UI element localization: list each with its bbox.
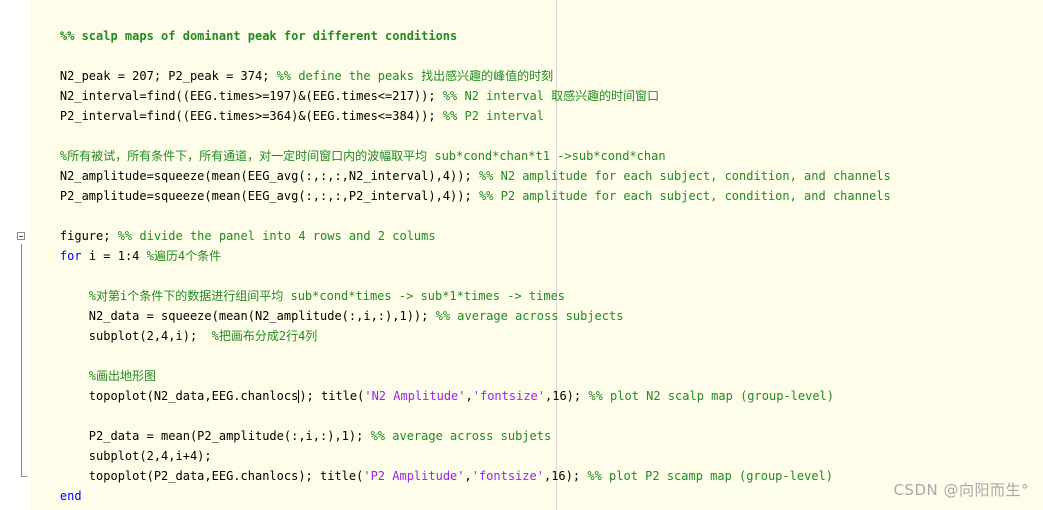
code-line: P2_data = mean(P2_amplitude(:,i,:),1); %… [31,406,551,443]
code-line: N2_peak = 207; P2_peak = 374; %% define … [31,46,553,83]
code-string: 'fontsize' [471,469,544,483]
code-comment: %% plot P2 scamp map (group-level) [587,469,833,483]
code-text: ,16); [543,469,588,483]
code-comment: %遍历4个条件 [146,249,222,263]
code-text: , [464,469,472,483]
code-line: topoplot(P2_data,EEG.chanlocs); title('P… [31,446,833,483]
code-line-current: topoplot(N2_data,EEG.chanlocs); title('N… [31,366,834,403]
code-line: N2_data = squeeze(mean(N2_amplitude(:,i,… [31,286,624,323]
code-text: subplot(2,4,i); [59,329,212,343]
code-string: 'fontsize' [472,389,545,403]
code-string: 'P2 Amplitude' [363,469,465,483]
code-line: N2_amplitude=squeeze(mean(EEG_avg(:,:,:,… [31,146,891,183]
code-line: %% scalp maps of dominant peak for diffe… [31,6,457,43]
code-text: P2_amplitude=squeeze(mean(EEG_avg(:,:,:,… [59,189,479,203]
code-line: P2_amplitude=squeeze(mean(EEG_avg(:,:,:,… [31,166,891,203]
line-gutter [0,0,30,510]
code-line: end [31,466,82,503]
code-text: i = 1:4 [81,249,147,263]
code-line: %对第i个条件下的数据进行组间平均 sub*cond*times -> sub*… [31,266,565,303]
code-comment: %% average across subjects [435,309,624,323]
code-text: ,16); [545,389,589,403]
code-line: %画出地形图 [31,346,156,383]
code-line: subplot(2,4,i); %把画布分成2行4列 [31,306,318,343]
watermark: CSDN @向阳而生° [893,481,1029,499]
code-comment: %% P2 interval [442,109,544,123]
code-string: 'N2 Amplitude' [364,389,466,403]
fold-range-line [21,244,22,476]
code-line: subplot(2,4,i+4); [31,426,212,463]
fold-range-end [21,476,27,477]
keyword-end: end [59,489,82,503]
keyword-for: for [59,249,82,263]
cell-title-comment: %% scalp maps of dominant peak for diffe… [59,29,458,43]
code-comment: %把画布分成2行4列 [211,329,318,343]
fold-toggle-icon[interactable] [17,232,25,240]
code-text: ); title( [299,389,365,403]
code-editor[interactable]: %% scalp maps of dominant peak for diffe… [0,0,1043,510]
code-comment: %% average across subjets [370,429,552,443]
code-line: P2_interval=find((EEG.times>=364)&(EEG.t… [31,86,544,123]
code-line: N2_interval=find((EEG.times>=197)&(EEG.t… [31,66,659,103]
code-text: topoplot(N2_data,EEG.chanlocs [59,389,299,403]
code-comment: %% P2 amplitude for each subject, condit… [478,189,891,203]
code-text: , [465,389,473,403]
code-line: for i = 1:4 %遍历4个条件 [31,226,221,263]
code-line: figure; %% divide the panel into 4 rows … [31,206,436,243]
code-line: %所有被试，所有条件下，所有通道，对一定时间窗口内的波幅取平均 sub*cond… [31,126,666,163]
code-text: topoplot(P2_data,EEG.chanlocs); title( [59,469,364,483]
code-comment: %% plot N2 scalp map (group-level) [588,389,834,403]
code-text: P2_interval=find((EEG.times>=364)&(EEG.t… [59,109,443,123]
